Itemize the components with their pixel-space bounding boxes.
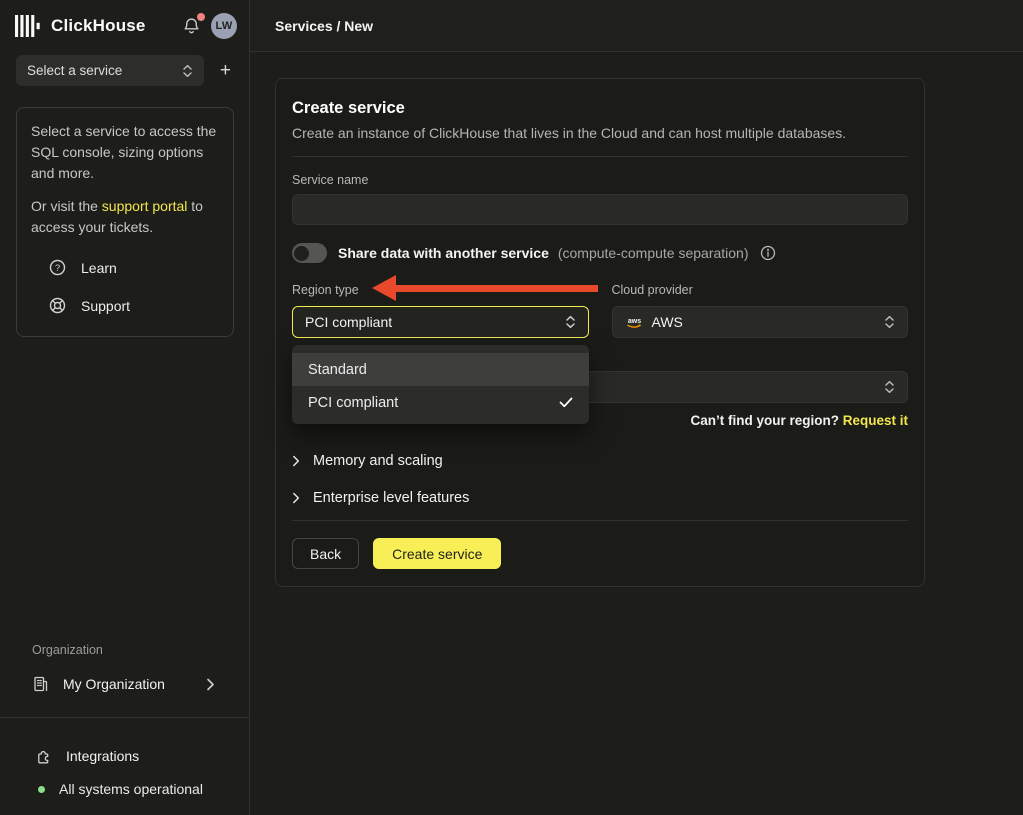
sidebar: ClickHouse LW Select a service +: [0, 0, 250, 815]
building-icon: [32, 675, 50, 693]
section-label: Memory and scaling: [313, 453, 443, 469]
svg-text:?: ?: [55, 263, 60, 274]
region-type-label: Region type: [292, 283, 589, 299]
share-data-label: Share data with another service: [338, 245, 549, 261]
organization-section-label: Organization: [32, 643, 249, 658]
system-status[interactable]: All systems operational: [38, 780, 249, 798]
my-organization-button[interactable]: My Organization: [32, 672, 215, 696]
cloud-provider-label: Cloud provider: [612, 283, 909, 299]
request-region-link[interactable]: Request it: [843, 413, 908, 428]
chevron-right-icon: [292, 492, 300, 504]
breadcrumb: Services / New: [275, 18, 373, 34]
chevron-right-icon: [292, 455, 300, 467]
chevron-updown-icon: [565, 315, 576, 329]
cloud-provider-select[interactable]: aws AWS: [612, 306, 909, 338]
notifications-button[interactable]: [181, 15, 202, 37]
life-buoy-icon: [49, 297, 66, 314]
toggle-knob: [294, 246, 309, 261]
region-type-select[interactable]: PCI compliant: [292, 306, 589, 338]
chevron-right-icon: [206, 678, 215, 691]
cloud-provider-value: AWS: [652, 314, 683, 330]
sidebar-header: ClickHouse LW: [0, 0, 249, 50]
support-portal-link[interactable]: support portal: [102, 198, 188, 214]
section-label: Enterprise level features: [313, 490, 469, 506]
create-service-button[interactable]: Create service: [373, 538, 501, 569]
dropdown-option-pci-compliant[interactable]: PCI compliant: [292, 386, 589, 419]
region-type-value: PCI compliant: [305, 314, 392, 330]
service-name-input[interactable]: [292, 194, 908, 225]
region-type-dropdown: Standard PCI compliant: [292, 345, 589, 424]
aws-logo-icon: aws: [625, 316, 644, 329]
add-service-button[interactable]: +: [216, 59, 235, 82]
sidebar-divider: [0, 717, 249, 718]
divider: [292, 520, 908, 521]
service-name-label: Service name: [292, 173, 908, 187]
page-title: Create service: [292, 99, 908, 118]
status-green-dot: [38, 786, 45, 793]
main-content: Create service Create an instance of Cli…: [250, 52, 1023, 815]
chevron-updown-icon: [182, 64, 193, 78]
sidebar-item-support[interactable]: Support: [31, 297, 219, 314]
section-enterprise-level-features[interactable]: Enterprise level features: [292, 487, 908, 509]
learn-label: Learn: [81, 260, 117, 276]
svg-text:aws: aws: [627, 318, 640, 325]
status-label: All systems operational: [59, 781, 203, 797]
sidebar-item-learn[interactable]: ? Learn: [31, 259, 219, 276]
info-icon[interactable]: [760, 245, 776, 261]
info-text-1: Select a service to access the SQL conso…: [31, 121, 219, 184]
chevron-updown-icon: [884, 380, 895, 394]
info-text-2: Or visit the support portal to access yo…: [31, 196, 219, 238]
share-data-toggle[interactable]: [292, 243, 327, 263]
divider: [292, 156, 908, 157]
question-circle-icon: ?: [49, 259, 66, 276]
brand-name: ClickHouse: [51, 16, 146, 36]
page-subtitle: Create an instance of ClickHouse that li…: [292, 125, 908, 141]
user-avatar[interactable]: LW: [211, 13, 237, 39]
section-memory-and-scaling[interactable]: Memory and scaling: [292, 450, 908, 472]
share-data-hint: (compute-compute separation): [558, 245, 749, 261]
notification-dot: [197, 13, 205, 21]
service-select-value: Select a service: [27, 63, 122, 78]
chevron-updown-icon: [884, 315, 895, 329]
service-select[interactable]: Select a service: [16, 55, 204, 86]
topbar: Services / New: [250, 0, 1023, 52]
support-label: Support: [81, 298, 130, 314]
dropdown-option-standard[interactable]: Standard: [292, 353, 589, 386]
sidebar-item-integrations[interactable]: Integrations: [36, 746, 249, 766]
service-info-card: Select a service to access the SQL conso…: [16, 107, 234, 337]
clickhouse-logo-icon: [15, 14, 42, 38]
puzzle-icon: [36, 748, 53, 765]
organization-name: My Organization: [63, 676, 165, 692]
create-service-card: Create service Create an instance of Cli…: [275, 78, 925, 587]
integrations-label: Integrations: [66, 748, 139, 764]
back-button[interactable]: Back: [292, 538, 359, 569]
check-icon: [559, 397, 573, 408]
